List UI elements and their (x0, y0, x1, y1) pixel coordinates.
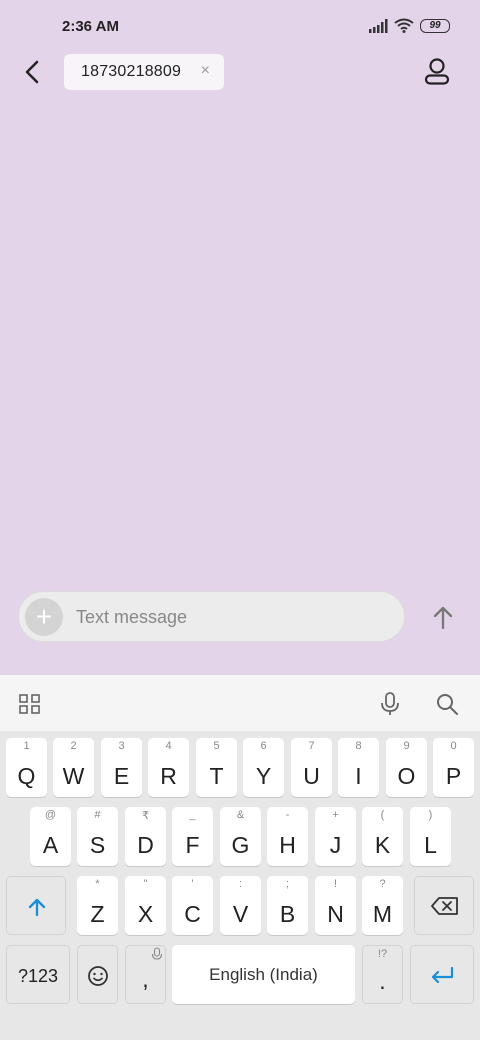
key-v[interactable]: :V (220, 876, 261, 935)
contact-icon[interactable] (416, 56, 458, 88)
comma-key[interactable]: , (125, 945, 166, 1004)
enter-icon (431, 966, 454, 984)
key-o[interactable]: 9O (386, 738, 427, 797)
shift-icon (28, 898, 46, 917)
key-a[interactable]: @ A (30, 807, 71, 866)
key-r[interactable]: 4R (148, 738, 189, 797)
key-p[interactable]: 0P (433, 738, 474, 797)
emoji-icon (88, 966, 108, 986)
wifi-icon (394, 18, 414, 33)
key-d[interactable]: ₹ D (125, 807, 166, 866)
add-attachment-button[interactable]: + (25, 598, 63, 636)
period-key[interactable]: !? . (362, 945, 403, 1004)
keyboard-toolbar (0, 675, 480, 731)
search-icon[interactable] (435, 692, 459, 716)
recipient-number: 18730218809 (81, 63, 182, 80)
symbols-key[interactable]: ?123 (6, 945, 70, 1004)
shift-key[interactable] (6, 876, 66, 935)
key-n[interactable]: ! N (315, 876, 356, 935)
message-composer[interactable]: + Text message (18, 591, 405, 642)
signal-icon (369, 18, 388, 33)
backspace-key[interactable] (414, 876, 474, 935)
recipient-chip[interactable]: 18730218809 × (64, 54, 224, 90)
apps-grid-icon[interactable] (19, 694, 41, 714)
key-w[interactable]: 2W (53, 738, 94, 797)
emoji-key[interactable] (77, 945, 118, 1004)
key-z[interactable]: * Z (77, 876, 118, 935)
send-icon[interactable] (427, 601, 459, 635)
battery-indicator: 99 (420, 18, 450, 33)
key-k[interactable]: (K (362, 807, 403, 866)
key-i[interactable]: 8I (338, 738, 379, 797)
key-l[interactable]: ) L (410, 807, 451, 866)
key-u[interactable]: 7U (291, 738, 332, 797)
key-h[interactable]: -H (267, 807, 308, 866)
microphone-hint-icon (151, 947, 163, 960)
key-s[interactable]: # S (77, 807, 118, 866)
key-y[interactable]: 6Y (243, 738, 284, 797)
remove-recipient-icon[interactable]: × (201, 62, 210, 80)
key-x[interactable]: " X (125, 876, 166, 935)
text-message-input[interactable]: Text message (76, 607, 187, 628)
key-c[interactable]: ' C (172, 876, 213, 935)
key-t[interactable]: 5T (196, 738, 237, 797)
key-q[interactable]: 1Q (6, 738, 47, 797)
status-icons: 99 (368, 18, 450, 33)
key-m[interactable]: ? M (362, 876, 403, 935)
key-g[interactable]: & G (220, 807, 261, 866)
enter-key[interactable] (410, 945, 474, 1004)
key-b[interactable]: ; B (267, 876, 308, 935)
back-arrow-icon[interactable] (18, 56, 48, 88)
keyboard: 1Q 2W 3E 4R 5T 6Y 7U 8I 9O 0P @ A # S ₹ D _… (0, 731, 480, 1040)
backspace-icon (431, 897, 458, 915)
status-time: 2:36 AM (62, 18, 119, 35)
key-j[interactable]: + J (315, 807, 356, 866)
microphone-icon[interactable] (379, 691, 401, 717)
space-key[interactable]: English (India) (172, 945, 355, 1004)
key-f[interactable]: _ F (172, 807, 213, 866)
key-e[interactable]: 3E (101, 738, 142, 797)
